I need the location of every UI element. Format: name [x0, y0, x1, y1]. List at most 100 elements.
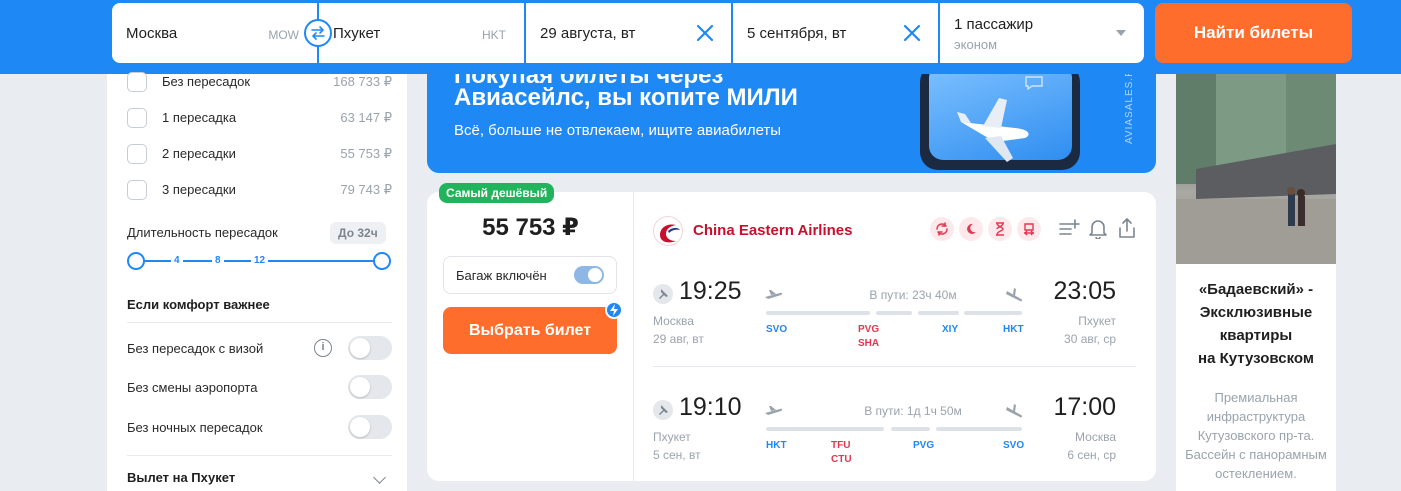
- toggle-switch[interactable]: [348, 415, 392, 439]
- select-ticket-button[interactable]: Выбрать билет: [443, 307, 617, 354]
- depart-date-field[interactable]: 29 августа, вт: [526, 3, 731, 63]
- filter-label: Без пересадок: [162, 74, 251, 89]
- ticket-card[interactable]: 55 753 ₽ Багаж включён Выбрать билет Chi…: [427, 192, 1156, 481]
- dropdown-caret-icon: [1116, 30, 1126, 36]
- filter-no-night-transfer[interactable]: Без ночных пересадок: [127, 415, 392, 439]
- filter-price: 63 147 ₽: [340, 110, 392, 125]
- ad-text-line: Кутузовского пр-та.: [1197, 428, 1315, 443]
- ad-title-line: «Бадаевский» -: [1198, 281, 1314, 298]
- bell-icon[interactable]: [1087, 217, 1109, 239]
- transfer-icon[interactable]: [1017, 217, 1041, 241]
- ad-description: Премиальная инфраструктура Кутузовского …: [1176, 388, 1336, 483]
- search-bar: Москва MOW Пхукет HKT 29 августа, вт 5 с…: [0, 0, 1401, 74]
- pin-icon[interactable]: [653, 284, 673, 304]
- swap-cities-button[interactable]: [304, 19, 332, 47]
- filter-label: 3 пересадки: [162, 182, 236, 197]
- flight-segment-return[interactable]: 19:10 17:00 Пхукет 5 сен, вт Москва 6 се…: [653, 384, 1136, 484]
- arrival-date: 6 сен, ср: [1067, 448, 1116, 462]
- ad-text-line: инфраструктура: [1206, 409, 1306, 424]
- depart-date: 29 августа, вт: [540, 25, 636, 42]
- night-icon[interactable]: [959, 217, 983, 241]
- find-tickets-button[interactable]: Найти билеты: [1155, 3, 1352, 63]
- origin-field[interactable]: Москва MOW: [112, 3, 317, 63]
- lightning-icon: [605, 301, 623, 319]
- destination-field[interactable]: Пхукет HKT: [319, 3, 524, 63]
- slider-max-handle[interactable]: [373, 252, 391, 270]
- filter-same-airport[interactable]: Без смены аэропорта: [127, 375, 392, 399]
- refund-icon[interactable]: [930, 217, 954, 241]
- filter-label: 1 пересадка: [162, 110, 237, 125]
- ad-title: «Бадаевский» - Эксклюзивные квартиры на …: [1176, 278, 1336, 370]
- airport-code: SHA: [858, 338, 880, 349]
- promo-banner[interactable]: Покупая билеты через Авиасейлс, вы копит…: [427, 74, 1156, 173]
- clear-depart-date-icon[interactable]: [695, 23, 715, 43]
- return-date-field[interactable]: 5 сентября, вт: [733, 3, 938, 63]
- leg-bar: [891, 427, 930, 431]
- slider-tick: 4: [171, 255, 183, 266]
- filter-stops-2[interactable]: 2 пересадки 55 753 ₽: [127, 144, 392, 166]
- divider: [127, 455, 392, 456]
- checkbox[interactable]: [127, 180, 147, 200]
- destination-city: Пхукет: [333, 25, 381, 42]
- cabin-class: эконом: [954, 37, 998, 52]
- leg-bar: [766, 311, 870, 315]
- passengers-count: 1 пассажир: [954, 16, 1034, 33]
- baggage-label: Багаж включён: [456, 268, 547, 283]
- add-to-list-icon[interactable]: [1058, 217, 1080, 239]
- ad-text-line: остеклением.: [1215, 466, 1297, 481]
- airport-code: HKT: [766, 440, 787, 451]
- ad-scene-illustration: [1176, 74, 1336, 264]
- hourglass-icon[interactable]: [988, 217, 1012, 241]
- baggage-option[interactable]: Багаж включён: [443, 256, 617, 294]
- checkbox[interactable]: [127, 144, 147, 164]
- flight-segment-outbound[interactable]: 19:25 23:05 Москва 29 авг, вт Пхукет 30 …: [653, 268, 1136, 368]
- airport-code: PVG: [858, 324, 880, 335]
- passengers-field[interactable]: 1 пассажир эконом: [940, 3, 1144, 63]
- airport-code: XIY: [942, 324, 959, 335]
- layover-duration-title: Длительность пересадок: [127, 225, 278, 240]
- cheapest-badge: Самый дешёвый: [439, 183, 555, 203]
- filter-price: 55 753 ₽: [340, 146, 392, 161]
- airport-code: PVG: [913, 440, 935, 451]
- departure-date: 5 сен, вт: [653, 448, 701, 462]
- arrival-city: Пхукет: [1078, 314, 1116, 328]
- airport-code: HKT: [1003, 324, 1024, 335]
- filter-stops-3[interactable]: 3 пересадки 79 743 ₽: [127, 180, 392, 202]
- clear-return-date-icon[interactable]: [902, 23, 922, 43]
- ticket-price: 55 753 ₽: [482, 214, 579, 241]
- checkbox[interactable]: [127, 72, 147, 92]
- toggle-label: Без смены аэропорта: [127, 380, 258, 395]
- landing-icon: [1006, 404, 1023, 418]
- filter-visa-transfer[interactable]: Без пересадок с визой i: [127, 336, 392, 360]
- side-advertisement[interactable]: «Бадаевский» - Эксклюзивные квартиры на …: [1176, 74, 1336, 491]
- landing-icon: [1006, 288, 1023, 302]
- airline-logo-icon: [653, 216, 683, 246]
- leg-bar: [876, 311, 912, 315]
- divider: [127, 322, 392, 323]
- filter-stops-1[interactable]: 1 пересадка 63 147 ₽: [127, 108, 392, 130]
- leg-bar: [918, 311, 959, 315]
- departure-time: 19:25: [679, 277, 742, 305]
- toggle-switch[interactable]: [348, 336, 392, 360]
- slider-min-handle[interactable]: [127, 252, 145, 270]
- leg-bar: [766, 427, 884, 431]
- airplane-illustration-icon: [957, 98, 1029, 162]
- share-icon[interactable]: [1116, 217, 1138, 239]
- info-icon[interactable]: i: [314, 339, 332, 357]
- filter-stops-0[interactable]: Без пересадок 168 733 ₽: [127, 72, 392, 94]
- airport-code: CTU: [831, 454, 852, 465]
- pin-icon[interactable]: [653, 400, 673, 420]
- departure-section-title[interactable]: Вылет на Пхукет: [127, 470, 235, 485]
- airline-name: China Eastern Airlines: [693, 222, 853, 239]
- toggle-label: Без пересадок с визой: [127, 341, 264, 356]
- baggage-toggle[interactable]: [574, 266, 604, 284]
- layover-duration-badge: До 32ч: [330, 222, 386, 244]
- checkbox[interactable]: [127, 108, 147, 128]
- ad-title-line: Эксклюзивные: [1199, 304, 1313, 321]
- arrival-city: Москва: [1075, 430, 1116, 444]
- toggle-switch[interactable]: [348, 375, 392, 399]
- destination-code: HKT: [482, 28, 506, 42]
- chevron-down-icon[interactable]: [373, 471, 386, 484]
- airport-code: SVO: [1003, 440, 1025, 451]
- ad-image: [1176, 74, 1336, 264]
